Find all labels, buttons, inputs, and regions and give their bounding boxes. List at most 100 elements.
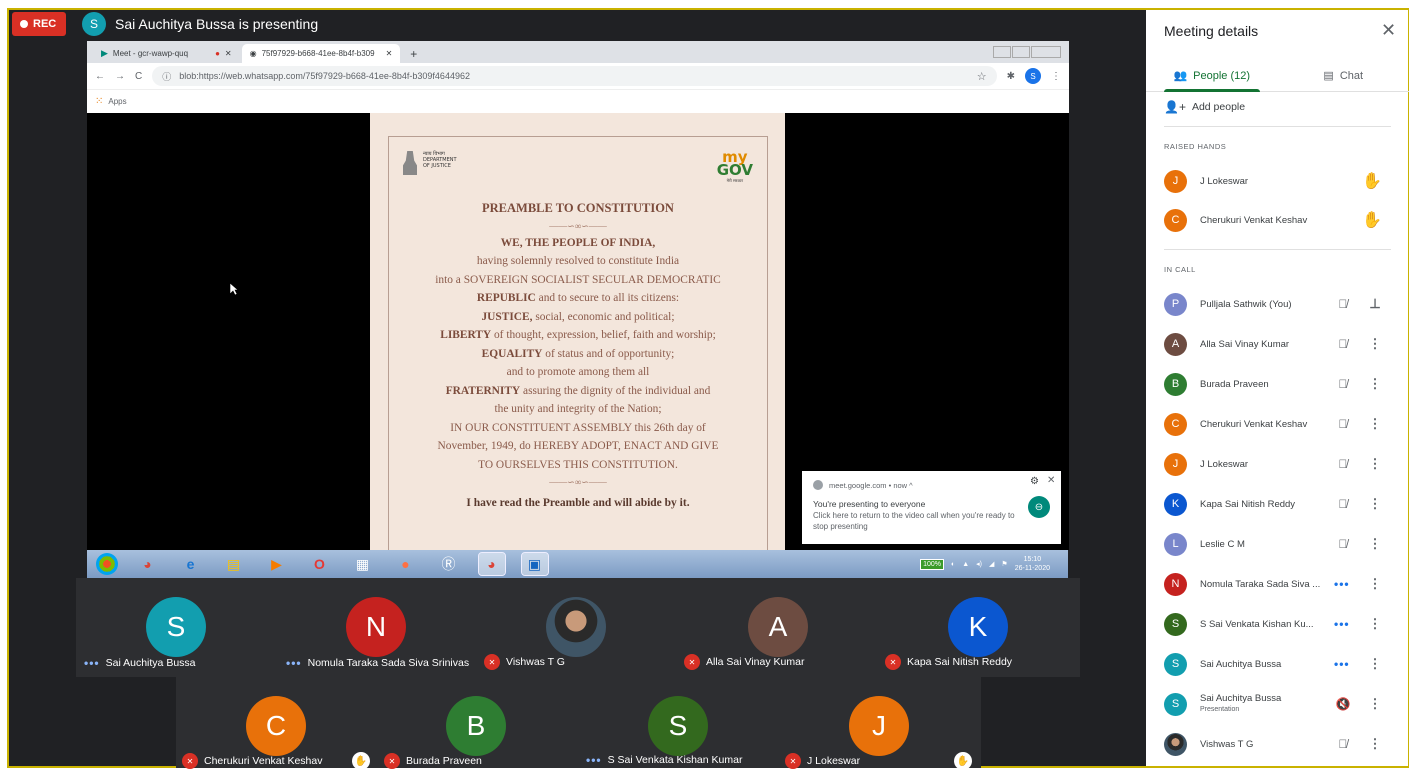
participant-name: Kapa Sai Nitish Reddy	[907, 656, 1013, 668]
more-options-icon[interactable]: ⋮	[1367, 456, 1383, 472]
battery-indicator[interactable]: 100%	[920, 558, 944, 570]
participant-row[interactable]: Vishwas T G 🎙̸ ⋮	[1164, 729, 1399, 759]
minimize-icon[interactable]	[993, 46, 1011, 58]
internet-explorer-icon[interactable]: e	[178, 553, 204, 575]
network-icon[interactable]: ◢	[989, 560, 994, 568]
participant-avatar: B	[1164, 372, 1187, 396]
participant-tile[interactable]: S ••• Sai Auchitya Bussa	[76, 578, 276, 677]
mic-off-icon[interactable]: 🎙̸	[1334, 497, 1352, 511]
gear-icon[interactable]: ⚙	[1030, 476, 1039, 487]
more-options-icon[interactable]: ⋮	[1367, 416, 1383, 432]
tab-people[interactable]: 👥 People (12)	[1146, 60, 1278, 92]
back-icon[interactable]: ←	[95, 71, 105, 82]
participant-tile[interactable]: N ••• Nomula Taraka Sada Siva Srinivas	[276, 578, 476, 677]
participant-row[interactable]: N Nomula Taraka Sada Siva ... ••• ⋮	[1164, 569, 1399, 599]
participant-row[interactable]: A Alla Sai Vinay Kumar 🎙̸ ⋮	[1164, 329, 1399, 359]
participant-row[interactable]: S Sai Auchitya Bussa ••• ⋮	[1164, 649, 1399, 679]
close-window-icon[interactable]	[1031, 46, 1061, 58]
close-panel-icon[interactable]: ✕	[1381, 20, 1396, 41]
participant-row[interactable]: K Kapa Sai Nitish Reddy 🎙̸ ⋮	[1164, 489, 1399, 519]
participant-name: Kapa Sai Nitish Reddy	[1200, 498, 1296, 510]
apps-grid-icon[interactable]: ⁙	[95, 96, 103, 107]
browser-menu-icon[interactable]: ⋮	[1051, 71, 1061, 82]
more-options-icon[interactable]: ⋮	[1367, 496, 1383, 512]
extensions-icon[interactable]: ✱	[1007, 71, 1015, 82]
participant-tile[interactable]: B ✕ Burada Praveen	[376, 677, 576, 769]
participant-row[interactable]: L Leslie C M 🎙̸ ⋮	[1164, 529, 1399, 559]
participant-name: Burada Praveen	[406, 755, 482, 767]
browser-tab-blob[interactable]: ◉ 75f97929-b668-41ee-8b4f-b309 ✕	[241, 44, 401, 63]
mic-off-icon[interactable]: 🎙̸	[1334, 457, 1352, 471]
screen-share-app-icon[interactable]: ▣	[520, 552, 549, 576]
forward-icon[interactable]: →	[115, 71, 125, 82]
more-options-icon[interactable]: ⋮	[1367, 736, 1383, 752]
participant-name-row: ✕ Alla Sai Vinay Kumar	[684, 654, 804, 670]
participant-tile[interactable]: ✕ Vishwas T G	[476, 578, 676, 677]
raised-hand-row[interactable]: C Cherukuri Venkat Keshav ✋	[1164, 205, 1399, 235]
tab-chat[interactable]: ▤ Chat	[1278, 60, 1410, 91]
participant-row[interactable]: J J Lokeswar 🎙̸ ⋮	[1164, 449, 1399, 479]
participant-name-block: Pulljala Sathwik (You)	[1200, 299, 1320, 310]
close-tab-icon[interactable]: ✕	[225, 49, 232, 58]
more-options-icon[interactable]: ⋮	[1367, 336, 1383, 352]
browser-tab-meet[interactable]: ▶ Meet - gcr-wawp-quq ● ✕	[93, 44, 240, 63]
media-player-icon[interactable]: ▶	[264, 553, 290, 575]
flag-icon[interactable]: ⚑	[1001, 560, 1007, 568]
reload-icon[interactable]: C	[135, 71, 142, 82]
raised-hand-row[interactable]: J J Lokeswar ✋	[1164, 166, 1399, 196]
chrome-active-icon[interactable]: ◕	[477, 552, 506, 576]
more-options-icon[interactable]: ⋮	[1367, 376, 1383, 392]
mic-off-icon[interactable]: 🎙̸	[1334, 377, 1352, 391]
more-options-icon[interactable]: ⋮	[1367, 536, 1383, 552]
new-tab-button[interactable]: +	[402, 44, 425, 63]
start-button-icon[interactable]	[95, 553, 118, 575]
firefox-icon[interactable]: ●	[393, 553, 419, 575]
mygov-logo: my GOV मेरी सरकार	[717, 150, 753, 185]
more-options-icon[interactable]: ⋮	[1367, 696, 1383, 712]
add-person-icon: 👤+	[1164, 100, 1186, 114]
more-options-icon[interactable]: ⋮	[1367, 576, 1383, 592]
opera-icon[interactable]: O	[307, 553, 333, 575]
bookmark-star-icon[interactable]: ☆	[977, 70, 987, 83]
preamble-line: and to promote among them all	[506, 366, 650, 378]
meet-favicon-icon: ▶	[101, 48, 108, 58]
presenting-notification[interactable]: meet.google.com • now ^ ⚙ ✕ You're prese…	[802, 471, 1061, 544]
system-clock[interactable]: 15:10 26-11-2020	[1015, 555, 1050, 573]
participant-row[interactable]: S Sai Auchitya Bussa Presentation 🔇 ⋮	[1164, 689, 1399, 719]
participant-row[interactable]: C Cherukuri Venkat Keshav 🎙̸ ⋮	[1164, 409, 1399, 439]
participant-row[interactable]: P Pulljala Sathwik (You) 🎙̸ ⊥	[1164, 289, 1399, 319]
more-options-icon[interactable]: ⋮	[1367, 656, 1383, 672]
mic-off-icon[interactable]: 🎙̸	[1334, 537, 1352, 551]
mic-off-icon[interactable]: 🎙̸	[1334, 417, 1352, 431]
restore-icon[interactable]	[1012, 46, 1030, 58]
mic-off-icon[interactable]: 🎙̸	[1334, 337, 1352, 351]
participant-tile[interactable]: S ••• S Sai Venkata Kishan Kumar	[576, 677, 776, 768]
lower-hand-icon[interactable]: ✋	[1362, 210, 1382, 230]
chrome-icon[interactable]: ◕	[135, 553, 161, 575]
mic-off-icon[interactable]: 🎙̸	[1334, 297, 1352, 311]
close-tab-icon[interactable]: ✕	[386, 49, 393, 58]
participant-tile[interactable]: J ✕ J Lokeswar ✋	[776, 677, 981, 770]
participant-tile[interactable]: A ✕ Alla Sai Vinay Kumar	[676, 578, 876, 677]
file-explorer-icon[interactable]: ▤	[221, 553, 247, 575]
participant-tile[interactable]: K ✕ Kapa Sai Nitish Reddy	[876, 578, 1080, 677]
more-options-icon[interactable]: ⋮	[1367, 616, 1383, 632]
tray-app-icon[interactable]: ◐	[951, 561, 955, 568]
r-app-icon[interactable]: Ⓡ	[436, 553, 462, 575]
add-people-button[interactable]: 👤+ Add people	[1164, 100, 1245, 114]
participant-tile[interactable]: C ✕ Cherukuri Venkat Keshav ✋	[176, 677, 376, 770]
lower-hand-icon[interactable]: ✋	[1362, 171, 1382, 191]
apps-bookmark[interactable]: Apps	[108, 97, 126, 106]
document-app-icon[interactable]: ▦	[350, 553, 376, 575]
participant-row[interactable]: S S Sai Venkata Kishan Ku... ••• ⋮	[1164, 609, 1399, 639]
profile-avatar[interactable]: S	[1025, 68, 1041, 84]
url-field[interactable]: ⓘ blob:https://web.whatsapp.com/75f97929…	[152, 66, 997, 86]
volume-icon[interactable]: ◂)	[976, 560, 982, 568]
close-icon[interactable]: ✕	[1047, 475, 1055, 486]
mic-off-icon[interactable]: 🎙̸	[1334, 737, 1352, 751]
preamble-line-bold: LIBERTY	[440, 329, 492, 341]
tray-arrow-icon[interactable]: ▲	[962, 561, 969, 568]
participant-row[interactable]: B Burada Praveen 🎙̸ ⋮	[1164, 369, 1399, 399]
pin-icon[interactable]: ⊥	[1367, 296, 1383, 312]
audio-off-icon[interactable]: 🔇	[1334, 697, 1352, 711]
